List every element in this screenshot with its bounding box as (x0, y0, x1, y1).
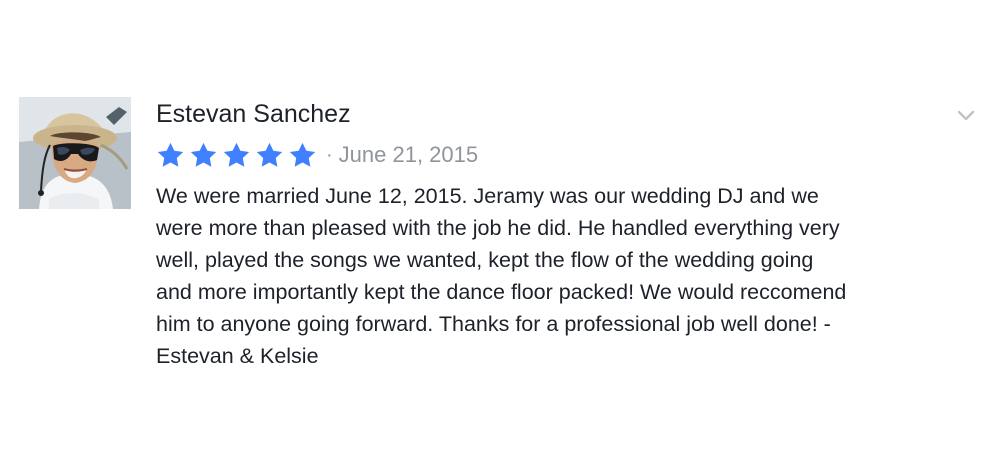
review-date[interactable]: June 21, 2015 (339, 142, 478, 168)
reviewer-name[interactable]: Estevan Sanchez (156, 98, 351, 130)
review-options-button[interactable] (954, 104, 978, 128)
avatar-photo (19, 97, 131, 209)
reviewer-avatar[interactable] (19, 97, 131, 209)
star-rating (156, 141, 317, 170)
star-icon (222, 141, 251, 170)
star-icon (156, 141, 185, 170)
meta-separator: · (326, 143, 333, 166)
review-card: Estevan Sanchez · June 21, 2015 We were … (0, 0, 992, 472)
review-meta-row: · June 21, 2015 (156, 139, 478, 171)
star-icon (255, 141, 284, 170)
chevron-down-icon (957, 110, 975, 121)
review-text: We were married June 12, 2015. Jeramy wa… (156, 184, 847, 368)
star-icon (189, 141, 218, 170)
star-icon (288, 141, 317, 170)
